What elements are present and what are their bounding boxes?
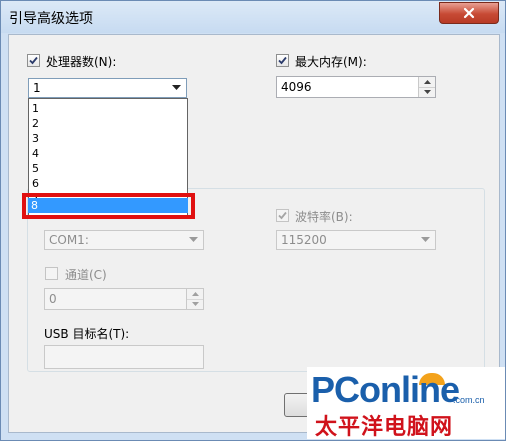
dropdown-option[interactable]: 4 xyxy=(32,146,39,161)
baud-combo[interactable]: 115200 xyxy=(276,230,436,250)
checkmark-icon xyxy=(278,211,287,220)
memory-label: 最大内存(M): xyxy=(295,55,367,69)
channel-label: 通道(C) xyxy=(65,268,107,282)
chevron-down-icon xyxy=(172,85,181,90)
triangle-up-icon xyxy=(423,80,431,84)
processors-checkbox[interactable] xyxy=(27,54,40,67)
red-highlight-box xyxy=(22,193,195,219)
memory-input[interactable]: 4096 xyxy=(276,76,436,98)
debug-port-combo[interactable]: COM1: xyxy=(44,230,204,250)
watermark-domain: .com.cn xyxy=(453,395,485,405)
baud-label: 波特率(B): xyxy=(295,210,353,224)
chevron-down-icon xyxy=(421,237,430,242)
processors-value: 1 xyxy=(33,81,41,95)
processors-label: 处理器数(N): xyxy=(46,55,117,69)
usb-target-input[interactable] xyxy=(44,345,204,369)
pconline-watermark: PConline .com.cn 太平洋电脑网 xyxy=(307,367,505,440)
chevron-down-icon xyxy=(189,237,198,242)
window-title: 引导高级选项 xyxy=(9,11,93,27)
triangle-up-icon xyxy=(191,292,199,296)
dropdown-option[interactable]: 2 xyxy=(32,116,39,131)
debug-port-value: COM1: xyxy=(49,233,89,247)
memory-value: 4096 xyxy=(281,80,312,94)
checkmark-icon xyxy=(278,56,287,65)
spin-down-button[interactable] xyxy=(419,87,435,97)
title-bar[interactable]: 引导高级选项 xyxy=(1,1,505,33)
dropdown-option[interactable]: 6 xyxy=(32,176,39,191)
usb-target-label: USB 目标名(T): xyxy=(44,327,130,341)
memory-spinner[interactable] xyxy=(418,77,435,97)
processors-combo[interactable]: 1 xyxy=(28,78,187,98)
spin-down-button[interactable] xyxy=(187,299,203,309)
close-icon xyxy=(463,7,475,19)
channel-spinner[interactable] xyxy=(186,289,203,309)
memory-checkbox[interactable] xyxy=(276,54,289,67)
channel-value: 0 xyxy=(49,292,57,306)
triangle-down-icon xyxy=(423,90,431,94)
close-button[interactable] xyxy=(439,2,499,24)
dropdown-option[interactable]: 1 xyxy=(32,101,39,116)
channel-input[interactable]: 0 xyxy=(44,288,204,310)
watermark-chinese: 太平洋电脑网 xyxy=(315,415,454,440)
baud-checkbox[interactable] xyxy=(276,209,289,222)
triangle-down-icon xyxy=(191,302,199,306)
baud-value: 115200 xyxy=(281,233,327,247)
watermark-logo: PConline xyxy=(311,369,460,410)
dropdown-option[interactable]: 5 xyxy=(32,161,39,176)
dropdown-option[interactable]: 3 xyxy=(32,131,39,146)
dialog-window: 引导高级选项 处理器数(N): 1 最大内存(M): 4096 COM1: 波特… xyxy=(0,0,506,441)
channel-checkbox[interactable] xyxy=(45,267,58,280)
checkmark-icon xyxy=(29,56,38,65)
